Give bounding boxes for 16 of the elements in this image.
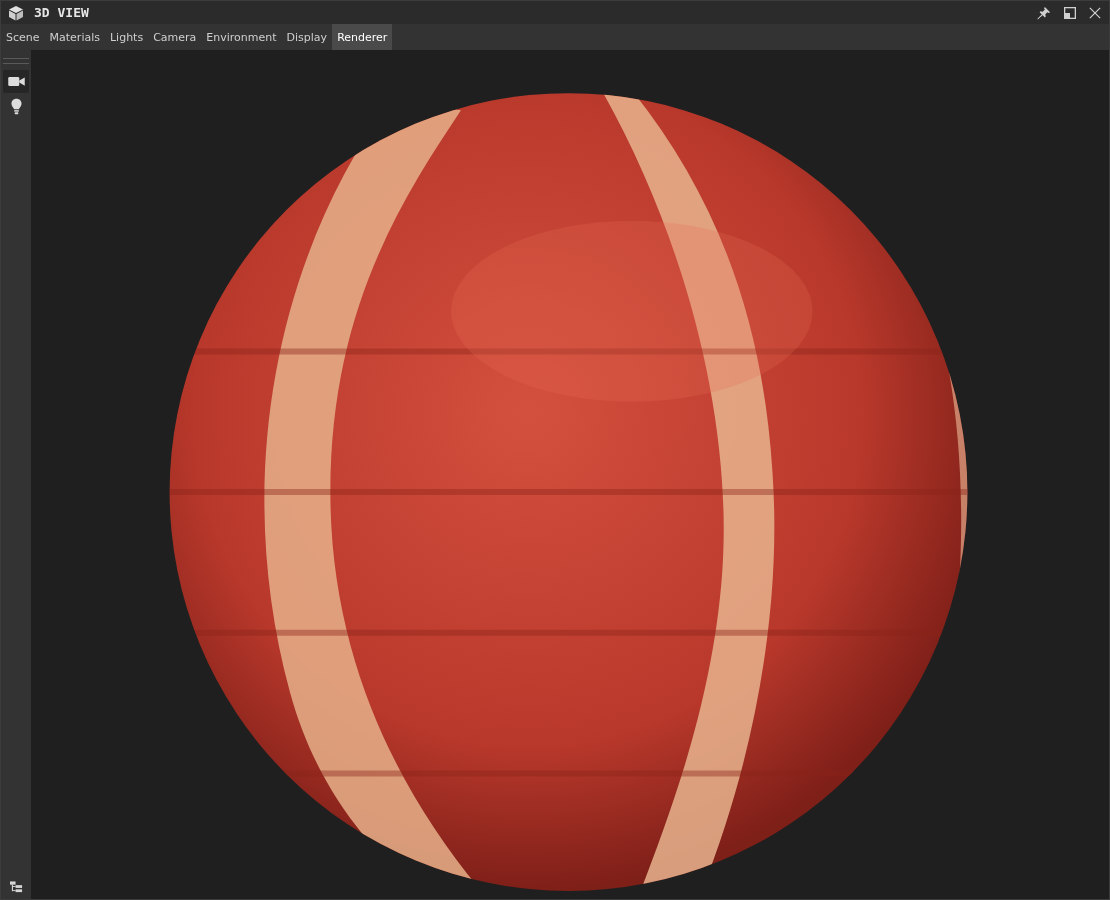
pin-icon[interactable]: [1037, 5, 1051, 20]
tab[interactable]: Renderer: [332, 24, 393, 50]
camera-button[interactable]: [3, 70, 29, 93]
window-title: 3D VIEW: [34, 5, 89, 20]
cube-icon: [8, 4, 24, 21]
lightbulb-icon: [10, 98, 22, 115]
hierarchy-icon[interactable]: [9, 881, 23, 893]
tab[interactable]: Lights: [104, 24, 149, 50]
tab[interactable]: Materials: [44, 24, 105, 50]
tab[interactable]: Environment: [201, 24, 282, 50]
camera-icon: [7, 76, 25, 87]
tab[interactable]: Camera: [148, 24, 202, 50]
tab[interactable]: Scene: [1, 24, 45, 50]
maximize-icon[interactable]: [1064, 6, 1076, 19]
tab[interactable]: Display: [281, 24, 333, 50]
close-icon[interactable]: [1089, 6, 1101, 19]
